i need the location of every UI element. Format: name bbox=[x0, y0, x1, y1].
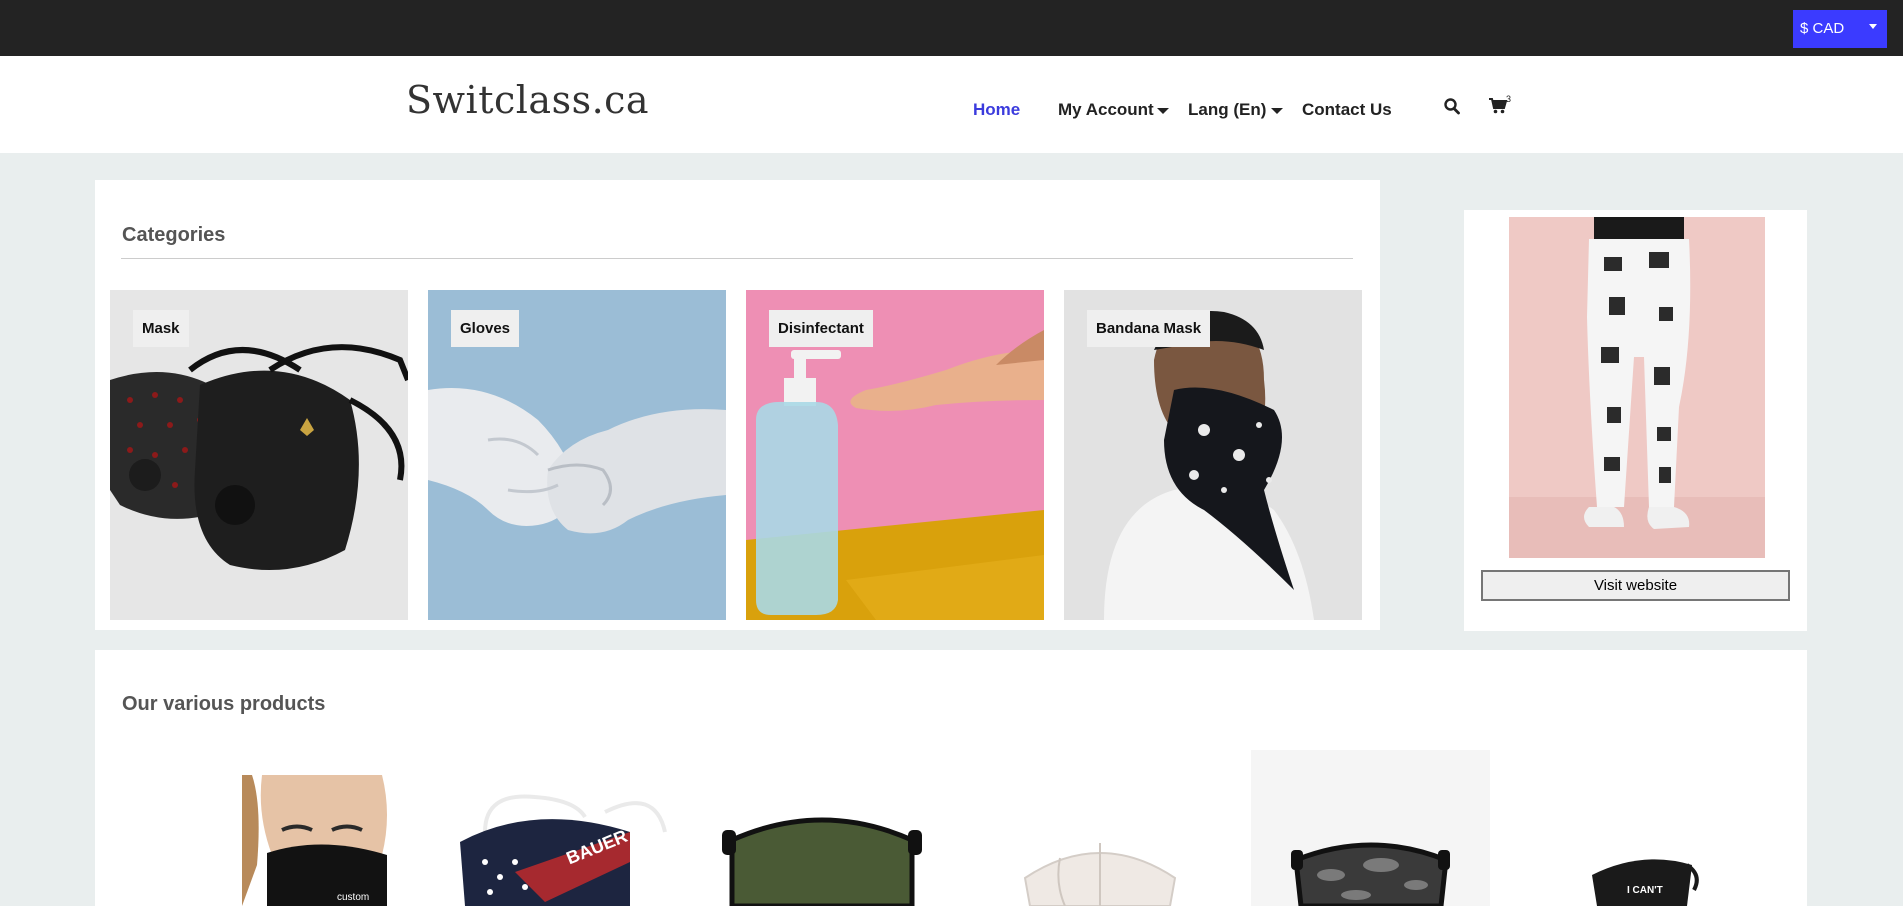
category-card-mask[interactable]: Mask bbox=[110, 290, 408, 620]
currency-selector[interactable]: $ CAD bbox=[1793, 10, 1887, 48]
category-label: Gloves bbox=[451, 310, 520, 347]
site-logo[interactable]: Switclass.ca bbox=[406, 78, 649, 122]
category-label: Mask bbox=[133, 310, 189, 347]
category-card-gloves[interactable]: Gloves bbox=[428, 290, 726, 620]
cart-icon[interactable] bbox=[1489, 98, 1507, 114]
chevron-down-icon[interactable] bbox=[1271, 108, 1283, 114]
divider bbox=[121, 258, 1353, 259]
ad-panel: Visit website bbox=[1464, 210, 1807, 631]
product-image bbox=[1592, 859, 1699, 906]
product-card[interactable]: BAUER bbox=[455, 792, 670, 906]
product-image bbox=[242, 775, 402, 906]
categories-title: Categories bbox=[122, 224, 226, 246]
products-panel: Our various products custom BAUER I CAN'… bbox=[95, 650, 1807, 906]
visit-website-button[interactable]: Visit website bbox=[1481, 570, 1790, 601]
nav-home[interactable]: Home bbox=[973, 100, 1020, 120]
nav-lang[interactable]: Lang (En) bbox=[1188, 100, 1266, 120]
product-card[interactable]: I CAN'T bbox=[1582, 855, 1702, 906]
products-title: Our various products bbox=[122, 693, 326, 715]
category-label: Disinfectant bbox=[769, 310, 873, 347]
cart-count-badge: 3 bbox=[1506, 94, 1512, 104]
search-icon[interactable] bbox=[1444, 98, 1460, 115]
chevron-down-icon[interactable] bbox=[1157, 108, 1169, 114]
product-image bbox=[1023, 843, 1177, 906]
chevron-down-icon bbox=[1869, 24, 1877, 29]
ad-image[interactable] bbox=[1509, 217, 1765, 558]
product-image bbox=[722, 817, 922, 906]
product-card[interactable] bbox=[717, 810, 927, 906]
product-print-text: I CAN'T bbox=[1627, 885, 1663, 896]
product-card[interactable]: custom bbox=[242, 775, 402, 906]
product-card[interactable] bbox=[1251, 750, 1490, 906]
top-bar: $ CAD bbox=[0, 0, 1903, 56]
product-image bbox=[1291, 842, 1450, 906]
category-label: Bandana Mask bbox=[1087, 310, 1211, 347]
currency-label: $ CAD bbox=[1800, 20, 1845, 37]
product-card[interactable] bbox=[1020, 833, 1180, 906]
site-header: Switclass.ca Home My Account Lang (En) C… bbox=[0, 56, 1903, 153]
nav-my-account[interactable]: My Account bbox=[1058, 100, 1154, 120]
category-card-bandana-mask[interactable]: Bandana Mask bbox=[1064, 290, 1362, 620]
category-card-disinfectant[interactable]: Disinfectant bbox=[746, 290, 1044, 620]
pants-image bbox=[1509, 217, 1765, 558]
categories-panel: Categories Mask Gloves Disinfectant Band… bbox=[95, 180, 1380, 630]
product-print-text: custom bbox=[337, 892, 370, 903]
nav-contact[interactable]: Contact Us bbox=[1302, 100, 1392, 120]
